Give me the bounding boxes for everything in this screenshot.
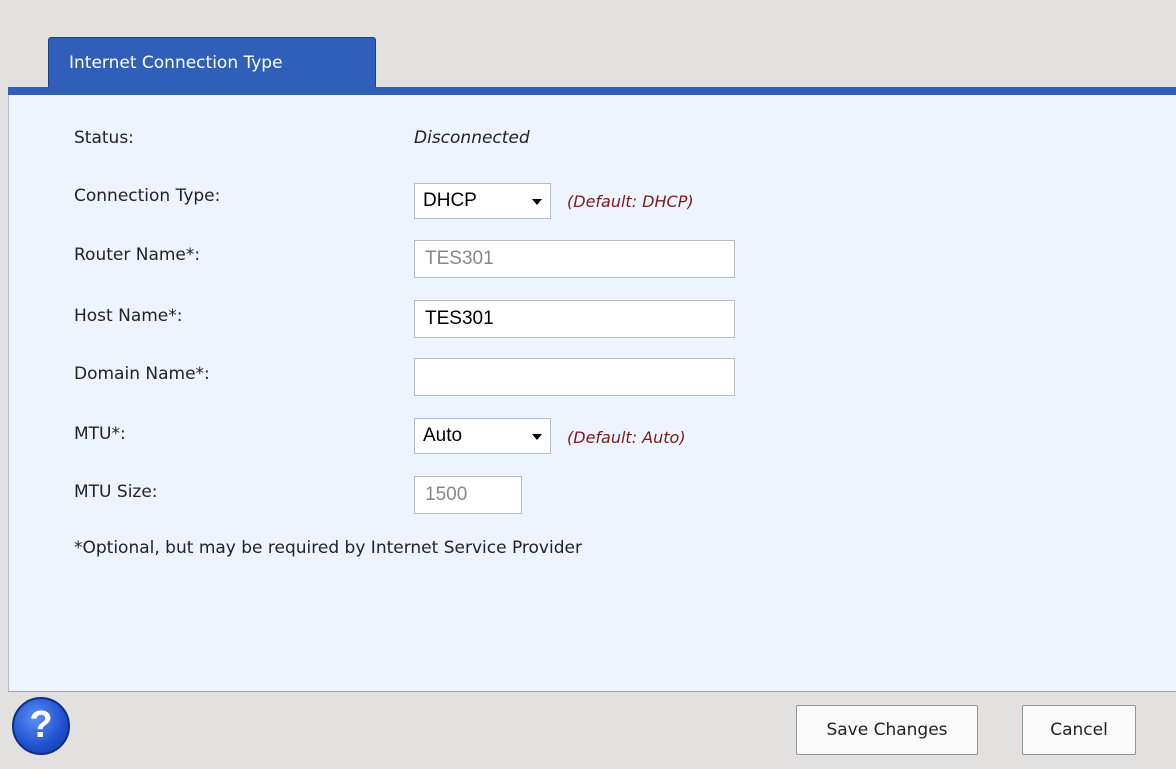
mtu-size-field <box>414 476 522 514</box>
router-name-label: Router Name*: <box>74 245 201 265</box>
optional-fields-note: *Optional, but may be required by Intern… <box>74 538 582 558</box>
connection-type-label: Connection Type: <box>74 186 221 206</box>
tab-internet-connection-type[interactable]: Internet Connection Type <box>48 37 376 87</box>
mtu-label: MTU*: <box>74 424 126 444</box>
mtu-selected: Auto <box>423 425 463 446</box>
mtu-hint: (Default: Auto) <box>567 428 686 447</box>
chevron-down-icon <box>532 199 542 205</box>
cancel-button[interactable]: Cancel <box>1022 705 1136 755</box>
save-changes-button[interactable]: Save Changes <box>796 705 978 755</box>
connection-type-hint: (Default: DHCP) <box>567 192 694 211</box>
mtu-size-label: MTU Size: <box>74 482 158 502</box>
connection-type-select[interactable]: DHCP <box>414 183 551 219</box>
footer-divider <box>8 691 1176 692</box>
mtu-select[interactable]: Auto <box>414 418 551 454</box>
status-label: Status: <box>74 128 134 148</box>
help-icon[interactable]: ? <box>12 697 70 755</box>
host-name-label: Host Name*: <box>74 306 183 326</box>
host-name-field[interactable] <box>414 300 735 338</box>
tab-label: Internet Connection Type <box>69 53 283 73</box>
chevron-down-icon <box>532 434 542 440</box>
tab-underline-bar <box>8 87 1176 95</box>
domain-name-label: Domain Name*: <box>74 364 210 384</box>
status-value: Disconnected <box>414 128 530 148</box>
domain-name-field[interactable] <box>414 358 735 396</box>
connection-type-selected: DHCP <box>423 190 477 211</box>
router-name-field <box>414 240 735 278</box>
